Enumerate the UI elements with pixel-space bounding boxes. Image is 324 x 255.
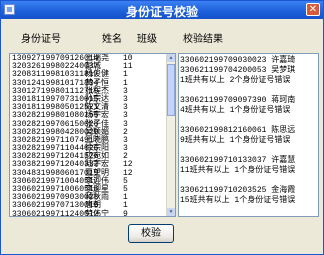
result-line: 9班共有以上 1个身份证号错误 [180, 136, 291, 145]
result-line: 4班共有以上 1个身份证号错误 [180, 106, 291, 115]
result-line [180, 146, 317, 156]
scroll-thumb[interactable] [167, 64, 175, 116]
student-class-cell: 9 [123, 209, 128, 217]
result-line [180, 176, 317, 186]
result-line: 330621199709097390 蒋珂南 [180, 96, 296, 105]
result-line: 330621199704200053 吴梦琪 [180, 66, 296, 75]
table-row[interactable]: 330602199711240012 劳伟宁 9 [11, 209, 166, 217]
header-name: 姓名 [102, 34, 122, 45]
result-line: 11班共有以上 1个身份证号错误 [180, 166, 296, 175]
result-line: 330602199710133037 许嘉慧 [180, 156, 296, 165]
student-list[interactable]: 130927199709126014 王瑞尧 10 32032619980224003… [9, 53, 176, 217]
title-bar[interactable]: 身份证号校验 ✕ [1, 1, 323, 19]
result-line: 1班共有以上 2个身份证号错误 [180, 76, 291, 85]
result-rows: 330602199709030023 许嘉琦 330621199704200053… [180, 56, 317, 206]
header-id: 身份证号 [21, 34, 61, 45]
header-results: 校验结果 [183, 34, 223, 45]
main-window: 身份证号校验 ✕ 身份证号 姓名 班级 校验结果 130927199709126… [0, 0, 324, 255]
validate-button[interactable]: 校验 [128, 224, 174, 243]
result-line: 15班共有以上 1个身份证号错误 [180, 196, 296, 205]
close-button[interactable]: ✕ [306, 3, 320, 16]
result-line: 330602199812160061 陈思远 [180, 126, 296, 135]
results-list[interactable]: 330602199709030023 许嘉琦 330621199704200053… [178, 53, 319, 217]
student-name-cell: 劳伟宁 [85, 209, 109, 217]
scroll-down-arrow-icon[interactable]: ▼ [167, 208, 175, 216]
scroll-up-arrow-icon[interactable]: ▲ [167, 54, 175, 62]
result-line: 330621199710203525 金海霞 [180, 186, 296, 195]
student-list-scrollbar[interactable]: ▲ ▼ [166, 54, 175, 216]
result-line: 330602199709030023 许嘉琦 [180, 56, 296, 65]
header-class: 班级 [137, 34, 157, 45]
result-line [180, 86, 317, 96]
student-rows: 130927199709126014 王瑞尧 10 32032619980224003… [11, 54, 166, 217]
window-title: 身份证号校验 [125, 5, 198, 19]
result-line [180, 116, 317, 126]
